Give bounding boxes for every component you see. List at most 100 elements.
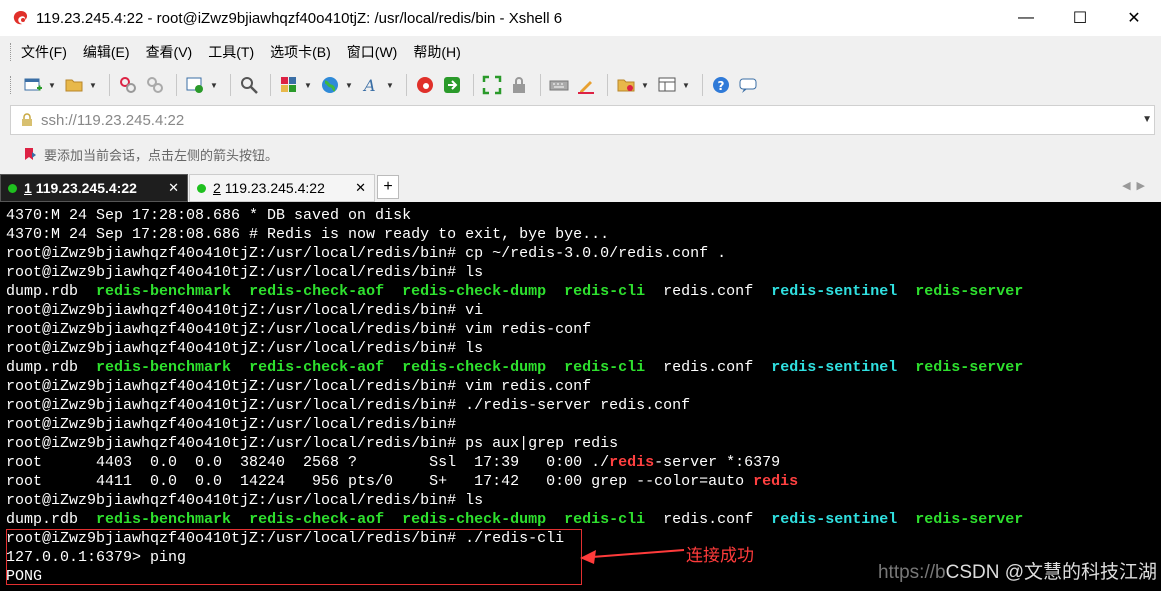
chat-icon[interactable] — [736, 73, 760, 97]
tab-session-1[interactable]: 1 119.23.245.4:22 ✕ — [0, 174, 188, 202]
svg-text:A: A — [362, 76, 376, 95]
terminal-text: dump.rdb — [6, 511, 97, 528]
title-bar: 119.23.245.4:22 - root@iZwz9bjiawhqzf40o… — [0, 0, 1161, 36]
toolbar-separator — [540, 74, 541, 96]
terminal-line: root 4403 0.0 0.0 38240 2568 ? Ssl 17:39… — [6, 453, 1161, 472]
lock-icon[interactable] — [507, 73, 531, 97]
terminal-text: root 4403 0.0 0.0 38240 2568 ? Ssl 17:39… — [6, 454, 610, 471]
menu-view[interactable]: 查看(V) — [146, 42, 193, 62]
toolbar-separator — [176, 74, 177, 96]
font-icon[interactable]: A — [359, 73, 383, 97]
xftp-icon[interactable] — [440, 73, 464, 97]
terminal-line: 4370:M 24 Sep 17:28:08.686 * DB saved on… — [6, 206, 1161, 225]
script-dropdown-icon[interactable]: ▼ — [641, 81, 649, 90]
toolbar-separator — [109, 74, 110, 96]
address-input[interactable]: ssh://119.23.245.4:22 ▼ — [10, 105, 1155, 135]
script-icon[interactable] — [614, 73, 638, 97]
copy-dropdown-icon[interactable]: ▼ — [304, 81, 312, 90]
open-dropdown-icon[interactable]: ▼ — [89, 81, 97, 90]
terminal-text: root@iZwz9bjiawhqzf40o410tjZ:/usr/local/… — [6, 245, 727, 262]
terminal-line: root@iZwz9bjiawhqzf40o410tjZ:/usr/local/… — [6, 320, 1161, 339]
tab-label: 119.23.245.4:22 — [224, 180, 325, 196]
terminal-text: redis.conf — [645, 511, 772, 528]
tab-bar: 1 119.23.245.4:22 ✕ 2 119.23.245.4:22 ✕ … — [0, 172, 1161, 202]
terminal-text: redis-benchmark — [96, 283, 232, 300]
terminal-line: root@iZwz9bjiawhqzf40o410tjZ:/usr/local/… — [6, 301, 1161, 320]
terminal-text: root@iZwz9bjiawhqzf40o410tjZ:/usr/local/… — [6, 397, 691, 414]
properties-dropdown-icon[interactable]: ▼ — [210, 81, 218, 90]
menu-edit[interactable]: 编辑(E) — [83, 42, 130, 62]
tab-number: 1 — [24, 180, 32, 196]
keyboard-icon[interactable] — [547, 73, 571, 97]
menu-tab[interactable]: 选项卡(B) — [270, 42, 331, 62]
terminal-text: redis-server — [915, 283, 1024, 300]
terminal-text: root@iZwz9bjiawhqzf40o410tjZ:/usr/local/… — [6, 340, 484, 357]
terminal-text: root@iZwz9bjiawhqzf40o410tjZ:/usr/local/… — [6, 302, 484, 319]
connected-status-icon — [8, 183, 17, 193]
toolbar: ▼ ▼ ▼ ▼ ▼ A ▼ ▼ ▼ ? — [0, 68, 1161, 102]
fullscreen-icon[interactable] — [480, 73, 504, 97]
terminal-line: root@iZwz9bjiawhqzf40o410tjZ:/usr/local/… — [6, 263, 1161, 282]
terminal-text: redis-server — [915, 359, 1024, 376]
layout-dropdown-icon[interactable]: ▼ — [682, 81, 690, 90]
toolbar-grip — [10, 76, 13, 94]
terminal-text: root@iZwz9bjiawhqzf40o410tjZ:/usr/local/… — [6, 321, 592, 338]
terminal-line: root@iZwz9bjiawhqzf40o410tjZ:/usr/local/… — [6, 377, 1161, 396]
terminal-text: root@iZwz9bjiawhqzf40o410tjZ:/usr/local/… — [6, 378, 592, 395]
close-button[interactable]: ✕ — [1107, 0, 1161, 36]
menu-window[interactable]: 窗口(W) — [347, 42, 398, 62]
highlight-icon[interactable] — [574, 73, 598, 97]
minimize-button[interactable]: — — [999, 0, 1053, 36]
reconnect-icon[interactable] — [116, 73, 140, 97]
watermark-text: CSDN @文慧的科技江湖 — [945, 562, 1157, 583]
copy-session-icon[interactable] — [277, 73, 301, 97]
menu-file[interactable]: 文件(F) — [21, 42, 67, 62]
terminal-text: redis — [609, 454, 655, 471]
font-dropdown-icon[interactable]: ▼ — [386, 81, 394, 90]
svg-text:?: ? — [718, 79, 725, 93]
xshell-icon[interactable] — [413, 73, 437, 97]
terminal-text: -server *:6379 — [654, 454, 781, 471]
terminal-text: root@iZwz9bjiawhqzf40o410tjZ:/usr/local/… — [6, 435, 619, 452]
terminal-text: redis.conf — [645, 359, 772, 376]
new-session-icon[interactable] — [21, 73, 45, 97]
tab-scroll-arrows[interactable]: ◀▶ — [1122, 179, 1151, 192]
terminal-text: redis-benchmark — [96, 511, 232, 528]
tab-session-2[interactable]: 2 119.23.245.4:22 ✕ — [189, 174, 375, 202]
layout-icon[interactable] — [655, 73, 679, 97]
terminal-text: 4370:M 24 Sep 17:28:08.686 # Redis is no… — [6, 226, 610, 243]
open-folder-icon[interactable] — [62, 73, 86, 97]
terminal-line: root@iZwz9bjiawhqzf40o410tjZ:/usr/local/… — [6, 339, 1161, 358]
new-session-dropdown-icon[interactable]: ▼ — [48, 81, 56, 90]
tab-close-icon[interactable]: ✕ — [355, 180, 366, 196]
help-icon[interactable]: ? — [709, 73, 733, 97]
lock-icon — [22, 113, 32, 126]
terminal-text: redis-sentinel — [771, 359, 898, 376]
terminal-line: dump.rdb redis-benchmark redis-check-aof… — [6, 510, 1161, 529]
bookmark-arrow-icon[interactable] — [22, 146, 38, 162]
terminal-text: redis-sentinel — [771, 511, 898, 528]
menu-tools[interactable]: 工具(T) — [208, 42, 254, 62]
maximize-button[interactable]: ☐ — [1053, 0, 1107, 36]
menu-help[interactable]: 帮助(H) — [413, 42, 460, 62]
disconnect-icon[interactable] — [143, 73, 167, 97]
annotation-arrow-icon — [580, 549, 685, 564]
tab-close-icon[interactable]: ✕ — [168, 180, 179, 196]
address-dropdown-icon[interactable]: ▼ — [1142, 114, 1152, 125]
globe-icon[interactable] — [318, 73, 342, 97]
terminal-text: redis.conf — [645, 283, 772, 300]
annotation-highlight-box — [6, 529, 582, 585]
terminal-line: root@iZwz9bjiawhqzf40o410tjZ:/usr/local/… — [6, 244, 1161, 263]
globe-dropdown-icon[interactable]: ▼ — [345, 81, 353, 90]
toolbar-grip — [10, 43, 13, 61]
tab-number: 2 — [213, 180, 221, 196]
find-icon[interactable] — [237, 73, 261, 97]
new-tab-button[interactable]: + — [377, 175, 399, 199]
properties-icon[interactable] — [183, 73, 207, 97]
